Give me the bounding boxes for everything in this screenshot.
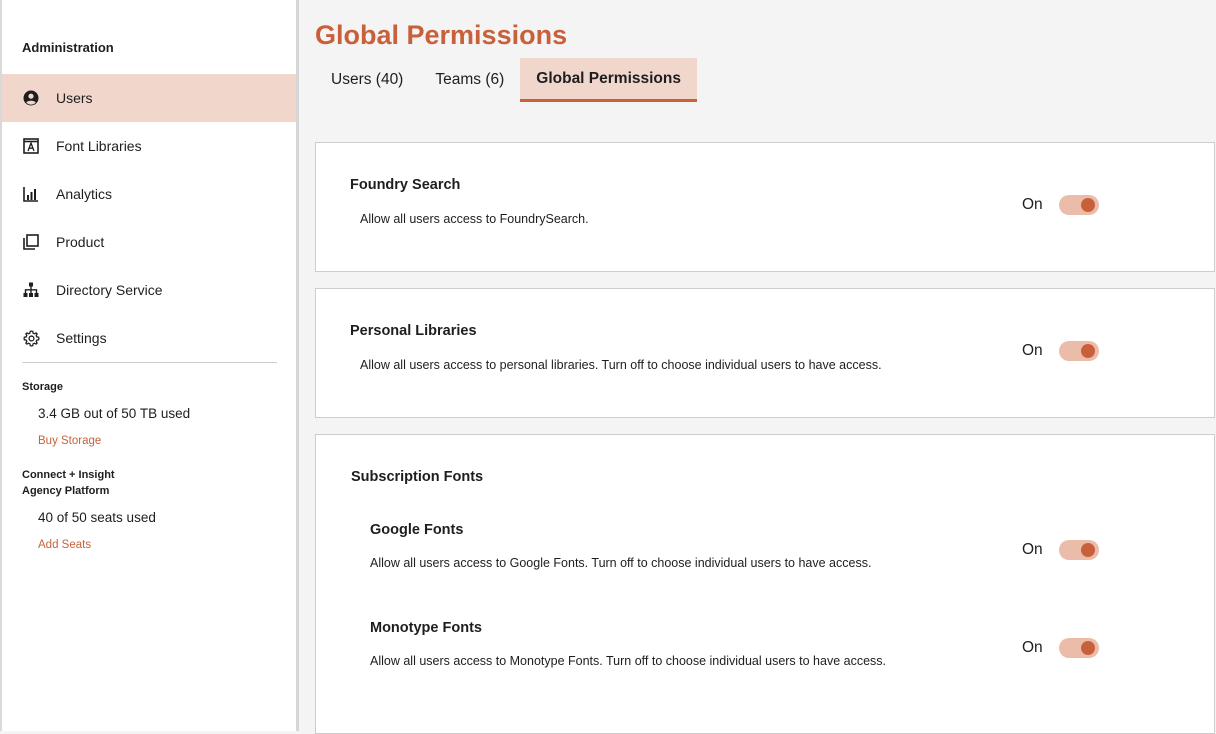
sidebar: Administration Users Font Libraries Anal… [0,0,296,731]
sidebar-item-label: Directory Service [56,282,163,298]
subscription-fonts-card: Subscription Fonts Google Fonts Allow al… [315,434,1215,734]
add-seats-link[interactable]: Add Seats [38,539,91,551]
user-circle-icon [22,89,40,107]
google-fonts-toggle-group: On [1022,540,1099,560]
platform-title-line2: Agency Platform [22,485,110,497]
toggle-state-label: On [1022,541,1043,558]
sidebar-item-label: Product [56,234,105,250]
sidebar-divider [22,362,277,363]
sidebar-item-font-libraries[interactable]: Font Libraries [2,122,296,170]
buy-storage-link[interactable]: Buy Storage [38,435,101,447]
toggle-knob [1080,344,1095,358]
google-fonts-desc: Allow all users access to Google Fonts. … [370,556,872,570]
monotype-fonts-toggle[interactable] [1058,638,1099,658]
foundry-search-card: Foundry Search Allow all users access to… [315,142,1215,272]
toggle-knob [1080,641,1095,655]
subscription-fonts-title: Subscription Fonts [351,469,484,485]
product-icon [22,233,40,251]
toggle-state-label: On [1022,196,1043,213]
foundry-search-title: Foundry Search [350,177,461,193]
bar-chart-icon [22,185,40,203]
personal-libraries-card: Personal Libraries Allow all users acces… [315,288,1215,418]
toggle-state-label: On [1022,639,1043,656]
gear-icon [22,329,40,347]
sidebar-item-settings[interactable]: Settings [2,314,296,362]
foundry-search-toggle-group: On [1022,195,1099,215]
sidebar-item-label: Analytics [56,186,113,202]
storage-usage: 3.4 GB out of 50 TB used [38,406,191,421]
monotype-fonts-desc: Allow all users access to Monotype Fonts… [370,654,887,668]
monotype-fonts-title: Monotype Fonts [370,620,482,636]
font-library-icon [22,137,40,155]
sidebar-item-product[interactable]: Product [2,218,296,266]
sidebar-item-label: Users [56,90,93,106]
sidebar-item-label: Font Libraries [56,138,142,154]
sidebar-item-analytics[interactable]: Analytics [2,170,296,218]
page-title: Global Permissions [315,20,568,50]
tab-bar: Users (40) Teams (6) Global Permissions [315,58,697,102]
personal-libraries-desc: Allow all users access to personal libra… [360,358,882,372]
seats-usage: 40 of 50 seats used [38,510,156,525]
sidebar-nav: Users Font Libraries Analytics Product D… [2,74,296,362]
org-chart-icon [22,281,40,299]
google-fonts-toggle[interactable] [1058,540,1099,560]
toggle-state-label: On [1022,342,1043,359]
foundry-search-toggle[interactable] [1058,195,1099,215]
tab-teams[interactable]: Teams (6) [419,58,520,102]
personal-libraries-title: Personal Libraries [350,323,477,339]
toggle-knob [1080,543,1095,557]
sidebar-item-label: Settings [56,330,107,346]
toggle-knob [1080,198,1095,212]
sidebar-item-users[interactable]: Users [2,74,296,122]
personal-libraries-toggle-group: On [1022,341,1099,361]
monotype-fonts-toggle-group: On [1022,638,1099,658]
sidebar-item-directory-service[interactable]: Directory Service [2,266,296,314]
foundry-search-desc: Allow all users access to FoundrySearch. [360,212,589,226]
personal-libraries-toggle[interactable] [1058,341,1099,361]
storage-title: Storage [22,381,63,393]
tab-global-permissions[interactable]: Global Permissions [520,58,697,102]
sidebar-border [296,0,299,731]
sidebar-title: Administration [22,40,114,55]
tab-users[interactable]: Users (40) [315,58,419,102]
google-fonts-title: Google Fonts [370,522,464,538]
platform-title-line1: Connect + Insight [22,469,115,481]
